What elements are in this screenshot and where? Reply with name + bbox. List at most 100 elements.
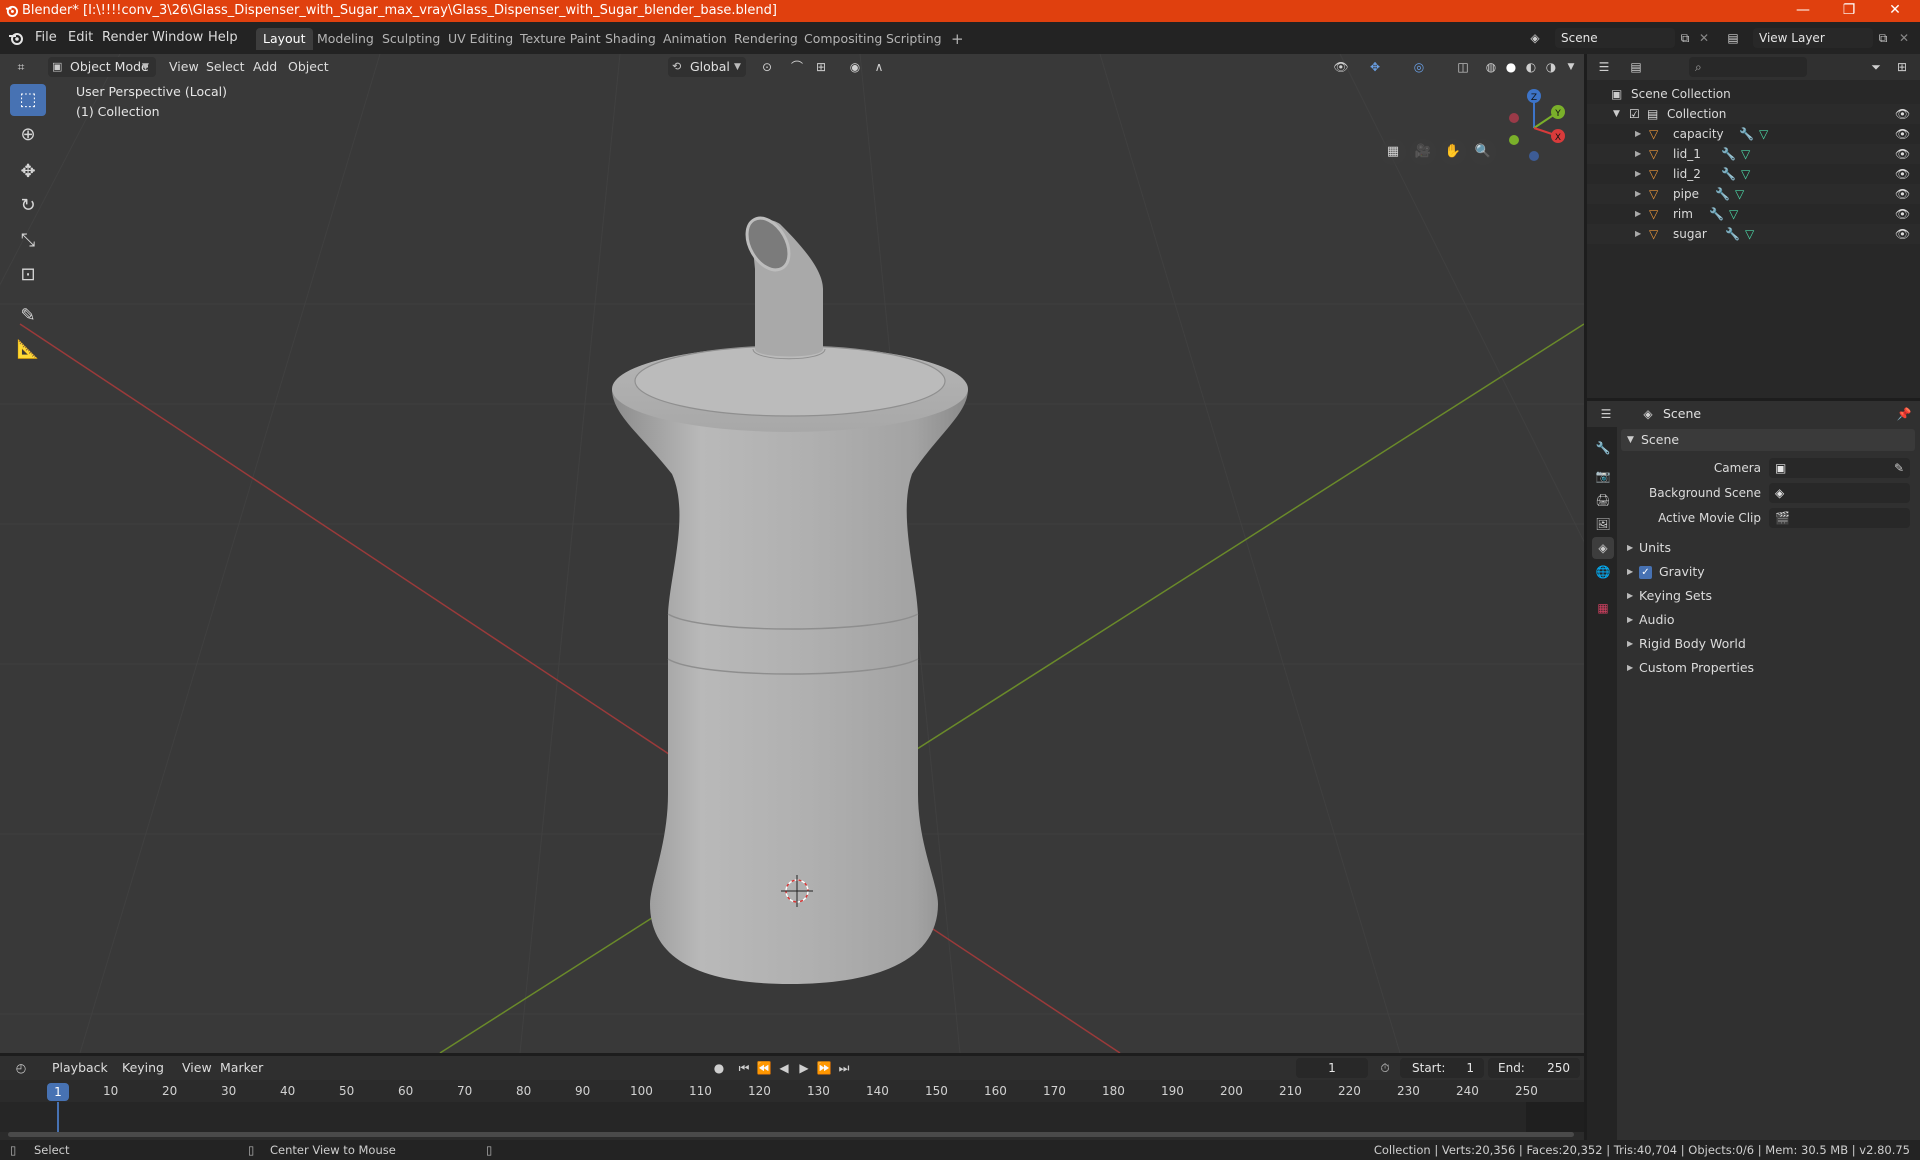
eye-icon[interactable]: 👁 [1895, 104, 1910, 124]
scene-field[interactable]: Scene [1555, 28, 1675, 48]
expand-arrow-icon[interactable]: ▶ [1635, 184, 1641, 204]
expand-arrow-icon[interactable]: ▶ [1635, 124, 1641, 144]
overlay-toggle-icon[interactable]: ◎ [1408, 57, 1430, 77]
outliner-row-object[interactable]: ▶ ▽ pipe 🔧 ▽ 👁 [1587, 184, 1920, 204]
eye-icon[interactable]: 👁 [1895, 164, 1910, 184]
select-box-tool-icon[interactable]: ⬚ [10, 84, 46, 116]
eye-icon[interactable]: 👁 [1895, 184, 1910, 204]
tab-compositing[interactable]: Compositing [797, 28, 889, 50]
menu-window[interactable]: Window [147, 28, 208, 48]
tab-sculpting[interactable]: Sculpting [375, 28, 447, 50]
texture-tab-icon[interactable]: ▦ [1592, 597, 1614, 619]
view-layer-browse-icon[interactable]: ▤ [1722, 28, 1744, 48]
delete-scene-icon[interactable]: ✕ [1693, 28, 1715, 48]
outliner-row-scene-collection[interactable]: ▣ Scene Collection [1587, 84, 1920, 104]
new-collection-icon[interactable]: ⊞ [1891, 57, 1913, 77]
delete-view-layer-icon[interactable]: ✕ [1893, 28, 1915, 48]
menu-help[interactable]: Help [203, 28, 243, 48]
add-workspace-button[interactable]: + [944, 28, 971, 50]
editor-type-icon[interactable]: ⌗ [10, 57, 32, 77]
expand-arrow-icon[interactable]: ▶ [1635, 144, 1641, 164]
scale-tool-icon[interactable]: ⤡ [10, 225, 46, 257]
rotate-tool-icon[interactable]: ↻ [10, 190, 46, 222]
proportional-edit-icon[interactable]: ◉ [844, 57, 866, 77]
snap-target-icon[interactable]: ⊞ [810, 57, 832, 77]
timeline-editor-type-icon[interactable]: ◴ [10, 1058, 32, 1078]
pin-icon[interactable]: 📌 [1893, 404, 1915, 424]
menu-file[interactable]: File [30, 28, 62, 48]
jump-to-end-icon[interactable]: ⏭ [833, 1058, 855, 1078]
eye-icon[interactable]: 👁 [1895, 144, 1910, 164]
expand-arrow-icon[interactable]: ▶ [1635, 204, 1641, 224]
visibility-filter-icon[interactable]: 👁 [1330, 57, 1352, 77]
viewport-menu-object[interactable]: Object [282, 57, 335, 77]
measure-tool-icon[interactable]: 📐 [10, 334, 46, 366]
toggle-ortho-icon[interactable]: ▦ [1380, 139, 1406, 165]
new-view-layer-icon[interactable]: ⧉ [1872, 28, 1894, 48]
tab-modeling[interactable]: Modeling [310, 28, 381, 50]
collection-checkbox[interactable]: ☑ [1629, 104, 1640, 124]
render-tab-icon[interactable]: 📷 [1592, 465, 1614, 487]
outliner-row-object[interactable]: ▶ ▽ lid_1 🔧 ▽ 👁 [1587, 144, 1920, 164]
timeline-menu-view[interactable]: View [176, 1058, 218, 1078]
play-reverse-icon[interactable]: ◀ [773, 1058, 795, 1078]
properties-editor-type-icon[interactable]: ☰ [1595, 404, 1617, 424]
output-tab-icon[interactable]: 🖨 [1592, 489, 1614, 511]
transform-tool-icon[interactable]: ⊡ [10, 259, 46, 291]
timeline-menu-keying[interactable]: Keying [116, 1058, 170, 1078]
timeline-track-area[interactable] [0, 1102, 1584, 1132]
world-tab-icon[interactable]: 🌐 [1592, 561, 1614, 583]
active-movie-clip-field[interactable]: 🎬 [1769, 508, 1910, 528]
outliner-search-input[interactable]: ⌕ [1689, 57, 1807, 77]
expand-arrow-icon[interactable]: ▼ [1613, 104, 1620, 124]
navigation-gizmo[interactable]: Z Y X [1494, 84, 1574, 164]
jump-to-start-icon[interactable]: ⏮ [733, 1058, 755, 1078]
eye-icon[interactable]: 👁 [1895, 224, 1910, 244]
gravity-checkbox[interactable]: ✓ [1639, 566, 1652, 579]
custom-properties-panel-header[interactable]: ▶ Custom Properties [1621, 657, 1915, 679]
zoom-view-icon[interactable]: 🔍 [1470, 139, 1496, 165]
rigid-body-world-panel-header[interactable]: ▶ Rigid Body World [1621, 633, 1915, 655]
play-icon[interactable]: ▶ [793, 1058, 815, 1078]
xray-toggle-icon[interactable]: ◫ [1452, 57, 1474, 77]
viewport-menu-select[interactable]: Select [200, 57, 251, 77]
playhead-line[interactable] [57, 1102, 59, 1132]
annotate-tool-icon[interactable]: ✎ [10, 300, 46, 332]
outliner-row-collection[interactable]: ▼ ☑ ▤ Collection 👁 [1587, 104, 1920, 124]
stopwatch-icon[interactable]: ⏱ [1374, 1058, 1396, 1078]
keying-sets-panel-header[interactable]: ▶ Keying Sets [1621, 585, 1915, 607]
end-frame-field[interactable]: End: 250 [1488, 1058, 1580, 1078]
tab-shading[interactable]: Shading [598, 28, 663, 50]
scene-tab-icon[interactable]: ◈ [1592, 537, 1614, 559]
tab-scripting[interactable]: Scripting [879, 28, 949, 50]
timeline-scrollbar[interactable] [8, 1132, 1574, 1137]
outliner-row-object[interactable]: ▶ ▽ capacity 🔧 ▽ 👁 [1587, 124, 1920, 144]
snap-icon[interactable]: ⌒ [786, 57, 808, 77]
menu-edit[interactable]: Edit [63, 28, 98, 48]
gravity-panel-header[interactable]: ▶ ✓ Gravity [1621, 561, 1915, 583]
jump-to-keyframe-next-icon[interactable]: ⏩ [813, 1058, 835, 1078]
eyedropper-icon[interactable]: ✎ [1894, 458, 1904, 478]
timeline-menu-playback[interactable]: Playback [46, 1058, 114, 1078]
eye-icon[interactable]: 👁 [1895, 204, 1910, 224]
outliner-row-object[interactable]: ▶ ▽ rim 🔧 ▽ 👁 [1587, 204, 1920, 224]
start-frame-field[interactable]: Start: 1 [1400, 1058, 1484, 1078]
rendered-shading-icon[interactable]: ◑ [1540, 57, 1562, 77]
tab-animation[interactable]: Animation [656, 28, 734, 50]
tab-rendering[interactable]: Rendering [727, 28, 805, 50]
wireframe-shading-icon[interactable]: ◍ [1480, 57, 1502, 77]
gizmo-toggle-icon[interactable]: ✥ [1364, 57, 1386, 77]
camera-field[interactable]: ▣ ✎ [1769, 458, 1910, 478]
menu-render[interactable]: Render [97, 28, 153, 48]
view-layer-field[interactable]: View Layer [1753, 28, 1873, 48]
tab-layout[interactable]: Layout [256, 28, 313, 50]
background-scene-field[interactable]: ◈ [1769, 483, 1910, 503]
view-layer-tab-icon[interactable]: 🖼 [1592, 513, 1614, 535]
falloff-icon[interactable]: ∧ [868, 57, 890, 77]
pan-view-icon[interactable]: ✋ [1440, 139, 1466, 165]
units-panel-header[interactable]: ▶ Units [1621, 537, 1915, 559]
restore-button[interactable]: ❐ [1826, 0, 1872, 22]
eye-icon[interactable]: 👁 [1895, 124, 1910, 144]
close-button[interactable]: ✕ [1872, 0, 1918, 22]
pivot-point-icon[interactable]: ⊙ [756, 57, 778, 77]
